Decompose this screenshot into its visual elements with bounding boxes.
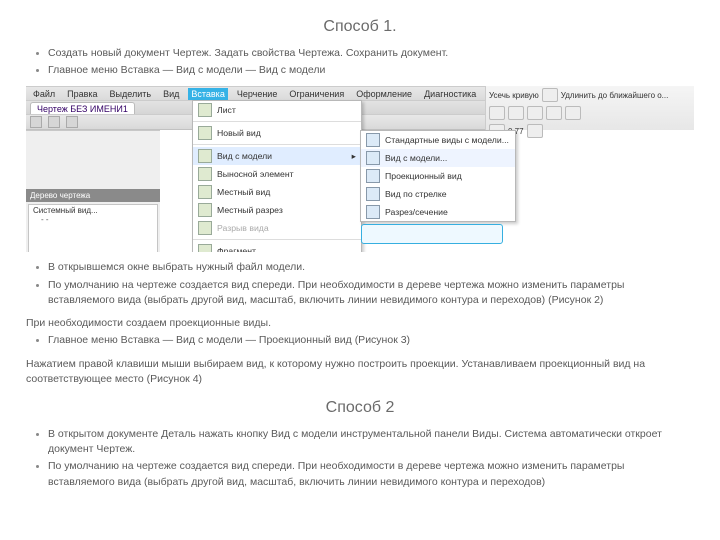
ribbon-icon[interactable]	[542, 88, 558, 102]
bullet-item: Главное меню Вставка — Вид с модели — Ви…	[26, 63, 694, 78]
tree-item[interactable]: - -	[31, 215, 155, 224]
tool-icon[interactable]	[30, 116, 42, 128]
heading-method-2: Способ 2	[26, 399, 694, 417]
menu-черчение[interactable]: Черчение	[234, 88, 281, 100]
ribbon-cmd[interactable]: Усечь кривую	[489, 91, 539, 100]
submenu-item[interactable]: Стандартные виды с модели...	[361, 131, 515, 149]
submenu-item[interactable]: Вид с модели...	[361, 149, 515, 167]
menu-выделить[interactable]: Выделить	[107, 88, 155, 100]
view-from-model-submenu: Стандартные виды с модели...Вид с модели…	[360, 130, 516, 222]
menu-item[interactable]: Выносной элемент	[193, 165, 361, 183]
menu-диагностика[interactable]: Диагностика	[421, 88, 479, 100]
drawing-tree: Дерево чертежа Системный вид... - -	[26, 130, 160, 252]
bullets-1: Создать новый документ Чертеж. Задать св…	[26, 46, 694, 78]
tree-item[interactable]: Системный вид...	[31, 206, 155, 215]
tree-header: Дерево чертежа	[26, 189, 160, 202]
menu-вид[interactable]: Вид	[160, 88, 182, 100]
menu-item[interactable]: Новый вид	[193, 124, 361, 142]
submenu-item[interactable]: Проекционный вид	[361, 167, 515, 185]
tool-icon[interactable]	[48, 116, 60, 128]
bullet-item: В открывшемся окне выбрать нужный файл м…	[26, 260, 694, 275]
app-screenshot: Файл Правка Выделить Вид Вставка Черчение Огра…	[26, 86, 694, 252]
menu-ограничения[interactable]: Ограничения	[286, 88, 347, 100]
bullet-item: По умолчанию на чертеже создается вид сп…	[26, 278, 694, 308]
ribbon-icon[interactable]	[489, 106, 505, 120]
bullet-item: По умолчанию на чертеже создается вид сп…	[26, 459, 694, 489]
menu-правка[interactable]: Правка	[64, 88, 100, 100]
bullets-3: Главное меню Вставка — Вид с модели — Пр…	[26, 333, 694, 348]
menu-вставка[interactable]: Вставка	[188, 88, 227, 100]
menu-файл[interactable]: Файл	[30, 88, 58, 100]
heading-method-1: Способ 1.	[26, 18, 694, 36]
ribbon-icon[interactable]	[565, 106, 581, 120]
ribbon-icon[interactable]	[546, 106, 562, 120]
menu-оформление[interactable]: Оформление	[353, 88, 415, 100]
ribbon-cmd[interactable]: Удлинить до ближайшего о...	[561, 91, 669, 100]
bullets-4: В открытом документе Деталь нажать кнопк…	[26, 427, 694, 490]
menu-item[interactable]: Фрагмент...	[193, 242, 361, 252]
bullet-item: Главное меню Вставка — Вид с модели — Пр…	[26, 333, 694, 348]
bullets-2: В открывшемся окне выбрать нужный файл м…	[26, 260, 694, 308]
bullet-item: В открытом документе Деталь нажать кнопк…	[26, 427, 694, 457]
menu-item[interactable]: Вид с модели▸	[193, 147, 361, 165]
hint-bubble	[361, 224, 503, 244]
submenu-item[interactable]: Разрез/сечение	[361, 203, 515, 221]
document-tab[interactable]: Чертеж БЕЗ ИМЕНИ1	[30, 102, 135, 115]
paragraph: Нажатием правой клавиши мыши выбираем ви…	[26, 357, 694, 387]
insert-menu: Лист Новый вид Вид с модели▸Выносной элеме…	[192, 100, 362, 252]
ribbon-icon[interactable]	[527, 124, 543, 138]
right-ribbon: Усечь кривуюУдлинить до ближайшего о... …	[485, 86, 694, 130]
menu-item[interactable]: Лист	[193, 101, 361, 119]
menu-item: Разрыв вида	[193, 219, 361, 237]
submenu-item[interactable]: Вид по стрелке	[361, 185, 515, 203]
ribbon-icon[interactable]	[508, 106, 524, 120]
menu-item[interactable]: Местный разрез	[193, 201, 361, 219]
tool-icon[interactable]	[66, 116, 78, 128]
ribbon-icon[interactable]	[527, 106, 543, 120]
menu-item[interactable]: Местный вид	[193, 183, 361, 201]
paragraph: При необходимости создаем проекционные в…	[26, 316, 694, 331]
bullet-item: Создать новый документ Чертеж. Задать св…	[26, 46, 694, 61]
